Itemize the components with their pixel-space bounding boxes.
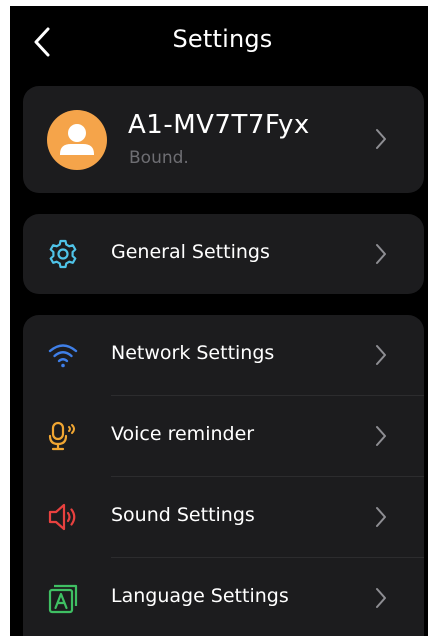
wifi-icon — [48, 344, 78, 368]
chevron-right-icon — [376, 345, 386, 365]
user-avatar-icon — [60, 124, 94, 155]
language-icon — [48, 584, 78, 614]
settings-screen: Settings A1-MV7T7Fyx Bound. General Sett… — [10, 6, 428, 636]
voice-reminder-row[interactable]: Voice reminder — [23, 396, 424, 476]
chevron-right-icon — [376, 426, 386, 446]
settings-list-card: Network Settings Voice reminder Sound Se… — [23, 315, 424, 636]
header: Settings — [10, 6, 428, 78]
general-settings-row[interactable]: General Settings — [23, 214, 424, 294]
chevron-right-icon — [376, 507, 386, 527]
chevron-right-icon — [376, 129, 386, 149]
speaker-icon — [48, 503, 76, 531]
language-settings-row[interactable]: Language Settings — [23, 558, 424, 636]
microphone-icon — [48, 421, 75, 451]
general-settings-card: General Settings — [23, 214, 424, 294]
chevron-right-icon — [376, 588, 386, 608]
device-status: Bound. — [129, 148, 189, 168]
network-settings-row[interactable]: Network Settings — [23, 315, 424, 395]
sound-settings-row[interactable]: Sound Settings — [23, 477, 424, 557]
device-profile-card[interactable]: A1-MV7T7Fyx Bound. — [23, 86, 424, 193]
general-settings-label: General Settings — [111, 241, 270, 263]
avatar — [47, 110, 107, 170]
network-settings-label: Network Settings — [111, 342, 275, 364]
voice-reminder-label: Voice reminder — [111, 423, 255, 445]
chevron-right-icon — [376, 244, 386, 264]
device-name: A1-MV7T7Fyx — [128, 110, 310, 140]
language-settings-label: Language Settings — [111, 585, 289, 607]
sound-settings-label: Sound Settings — [111, 504, 255, 526]
gear-icon — [49, 239, 77, 269]
page-title: Settings — [172, 25, 273, 53]
